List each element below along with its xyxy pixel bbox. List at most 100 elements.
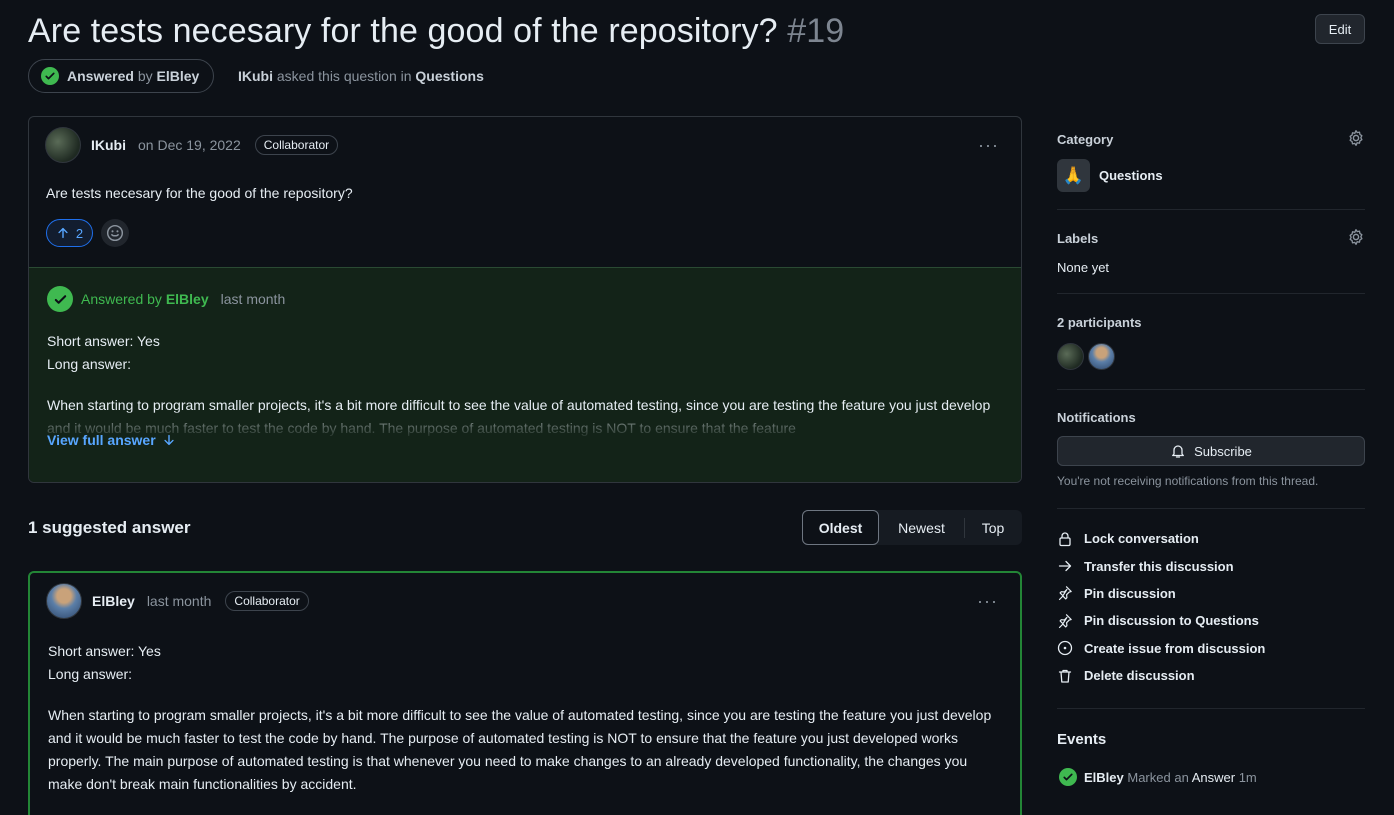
- lock-conversation-action[interactable]: Lock conversation: [1057, 525, 1365, 552]
- sort-newest[interactable]: Newest: [879, 510, 964, 545]
- action-label: Pin discussion: [1084, 585, 1176, 601]
- event-object[interactable]: Answer: [1192, 770, 1235, 785]
- answered-by-label: Answered by: [81, 291, 162, 307]
- labels-section: Labels None yet: [1057, 210, 1365, 294]
- pin-to-category-action[interactable]: Pin discussion to Questions: [1057, 607, 1365, 634]
- notifications-label: Notifications: [1057, 410, 1136, 425]
- answer-paragraph: When starting to program smaller project…: [48, 707, 992, 792]
- create-issue-action[interactable]: Create issue from discussion: [1057, 635, 1365, 662]
- asked-meta: IKubi asked this question in Questions: [238, 68, 484, 84]
- avatar[interactable]: [1088, 343, 1115, 370]
- long-answer-line: Long answer:: [47, 356, 132, 372]
- accepted-answer-intro: Short answer: Yes Long answer:: [47, 330, 1003, 376]
- answer-author[interactable]: ElBley: [92, 593, 135, 609]
- answer-card: ElBley last month Collaborator ··· Short…: [28, 571, 1022, 815]
- participants-label: 2 participants: [1057, 315, 1142, 330]
- action-label: Transfer this discussion: [1084, 558, 1234, 574]
- suggested-answers-title: 1 suggested answer: [28, 518, 191, 537]
- sort-segmented-control: Oldest Newest Top: [802, 510, 1022, 545]
- answered-label: Answered: [67, 68, 134, 84]
- answered-status-badge[interactable]: Answered by ElBley: [28, 59, 215, 93]
- action-label: Create issue from discussion: [1084, 640, 1266, 656]
- question-author[interactable]: IKubi: [91, 137, 126, 153]
- more-options-icon[interactable]: ···: [978, 135, 999, 156]
- event-user[interactable]: ElBley: [1084, 770, 1124, 785]
- short-answer-line: Short answer: Yes: [48, 643, 161, 659]
- events-section: Events ElBley Marked an Answer 1m: [1057, 709, 1365, 786]
- avatar[interactable]: [46, 583, 82, 619]
- category-row[interactable]: 🙏 Questions: [1057, 159, 1365, 192]
- bell-icon: [1172, 445, 1185, 458]
- collaborator-badge: Collaborator: [254, 135, 339, 155]
- transfer-discussion-action[interactable]: Transfer this discussion: [1057, 552, 1365, 579]
- category-name: Questions: [1099, 168, 1163, 183]
- question-post: IKubi on Dec 19, 2022 Collaborator ··· A…: [28, 116, 1022, 483]
- smiley-icon: [106, 224, 124, 242]
- question-date[interactable]: on Dec 19, 2022: [138, 137, 241, 153]
- check-circle-icon: [41, 67, 59, 85]
- pin-icon: [1058, 614, 1072, 628]
- pin-icon: [1058, 586, 1072, 601]
- question-header: IKubi on Dec 19, 2022 Collaborator ···: [29, 117, 1021, 173]
- by-word: by: [137, 68, 153, 84]
- more-options-icon[interactable]: ···: [977, 591, 998, 612]
- upvote-button[interactable]: 2: [46, 219, 93, 247]
- add-reaction-button[interactable]: [101, 219, 129, 247]
- discussion-sidebar: Category 🙏 Questions Labels None yet 2 p…: [1057, 116, 1365, 786]
- category-link[interactable]: Questions: [415, 68, 483, 84]
- action-label: Pin discussion to Questions: [1084, 613, 1259, 629]
- participants-section: 2 participants: [1057, 294, 1365, 390]
- answered-by-user: ElBley: [156, 68, 200, 84]
- issue-opened-icon: [1057, 641, 1073, 656]
- arrow-down-icon: [164, 434, 174, 446]
- labels-label: Labels: [1057, 231, 1099, 246]
- event-text: Marked an: [1127, 769, 1189, 785]
- reactions-bar: 2: [29, 201, 1021, 247]
- answer-time[interactable]: last month: [147, 593, 212, 609]
- accepted-answer-time[interactable]: last month: [221, 291, 286, 307]
- category-label: Category: [1057, 132, 1114, 147]
- lock-icon: [1059, 532, 1071, 546]
- avatar[interactable]: [45, 127, 81, 163]
- answer-header: ElBley last month Collaborator ···: [30, 573, 1020, 629]
- category-emoji: 🙏: [1057, 159, 1090, 192]
- actions-section: Lock conversation Transfer this discussi…: [1057, 509, 1365, 709]
- gear-icon[interactable]: [1347, 228, 1365, 246]
- answer-body: Short answer: Yes Long answer: When star…: [30, 629, 1020, 796]
- view-full-answer-link[interactable]: View full answer: [47, 432, 1003, 448]
- answer-intro: Short answer: Yes Long answer:: [48, 640, 1002, 686]
- asked-text: asked this question in: [276, 68, 412, 84]
- action-label: Lock conversation: [1084, 531, 1199, 547]
- pin-discussion-action[interactable]: Pin discussion: [1057, 580, 1365, 607]
- avatar[interactable]: [1057, 343, 1084, 370]
- arrow-right-icon: [1058, 560, 1072, 572]
- event-item: ElBley Marked an Answer 1m: [1057, 768, 1365, 786]
- delete-discussion-action[interactable]: Delete discussion: [1057, 662, 1365, 689]
- question-body: Are tests necesary for the good of the r…: [46, 185, 353, 201]
- sort-top[interactable]: Top: [965, 510, 1021, 545]
- notifications-section: Notifications Subscribe You're not recei…: [1057, 390, 1365, 509]
- accepted-answer-box: Answered by ElBley last month Short answ…: [29, 267, 1021, 482]
- accepted-answer-header: Answered by ElBley last month: [47, 286, 1003, 312]
- long-answer-line: Long answer:: [48, 666, 133, 682]
- subscribe-note: You're not receiving notifications from …: [1057, 474, 1319, 488]
- check-circle-icon: [47, 286, 73, 312]
- subscribe-button[interactable]: Subscribe: [1057, 436, 1365, 466]
- discussion-number: #19: [787, 12, 845, 50]
- title-text: Are tests necesary for the good of the r…: [28, 12, 778, 50]
- events-title: Events: [1057, 731, 1107, 748]
- accepted-answer-author[interactable]: ElBley: [166, 291, 209, 307]
- edit-button[interactable]: Edit: [1315, 14, 1365, 44]
- upvote-count: 2: [75, 225, 84, 241]
- short-answer-line: Short answer: Yes: [47, 333, 160, 349]
- asker-link[interactable]: IKubi: [238, 68, 273, 84]
- check-circle-icon: [1059, 768, 1077, 786]
- event-time[interactable]: 1m: [1239, 770, 1257, 785]
- sort-oldest[interactable]: Oldest: [802, 510, 879, 545]
- arrow-up-icon: [58, 227, 68, 239]
- category-section: Category 🙏 Questions: [1057, 116, 1365, 210]
- gear-icon[interactable]: [1347, 129, 1365, 147]
- participants-avatars: [1057, 343, 1365, 370]
- view-full-label: View full answer: [47, 432, 156, 448]
- action-label: Delete discussion: [1084, 668, 1195, 684]
